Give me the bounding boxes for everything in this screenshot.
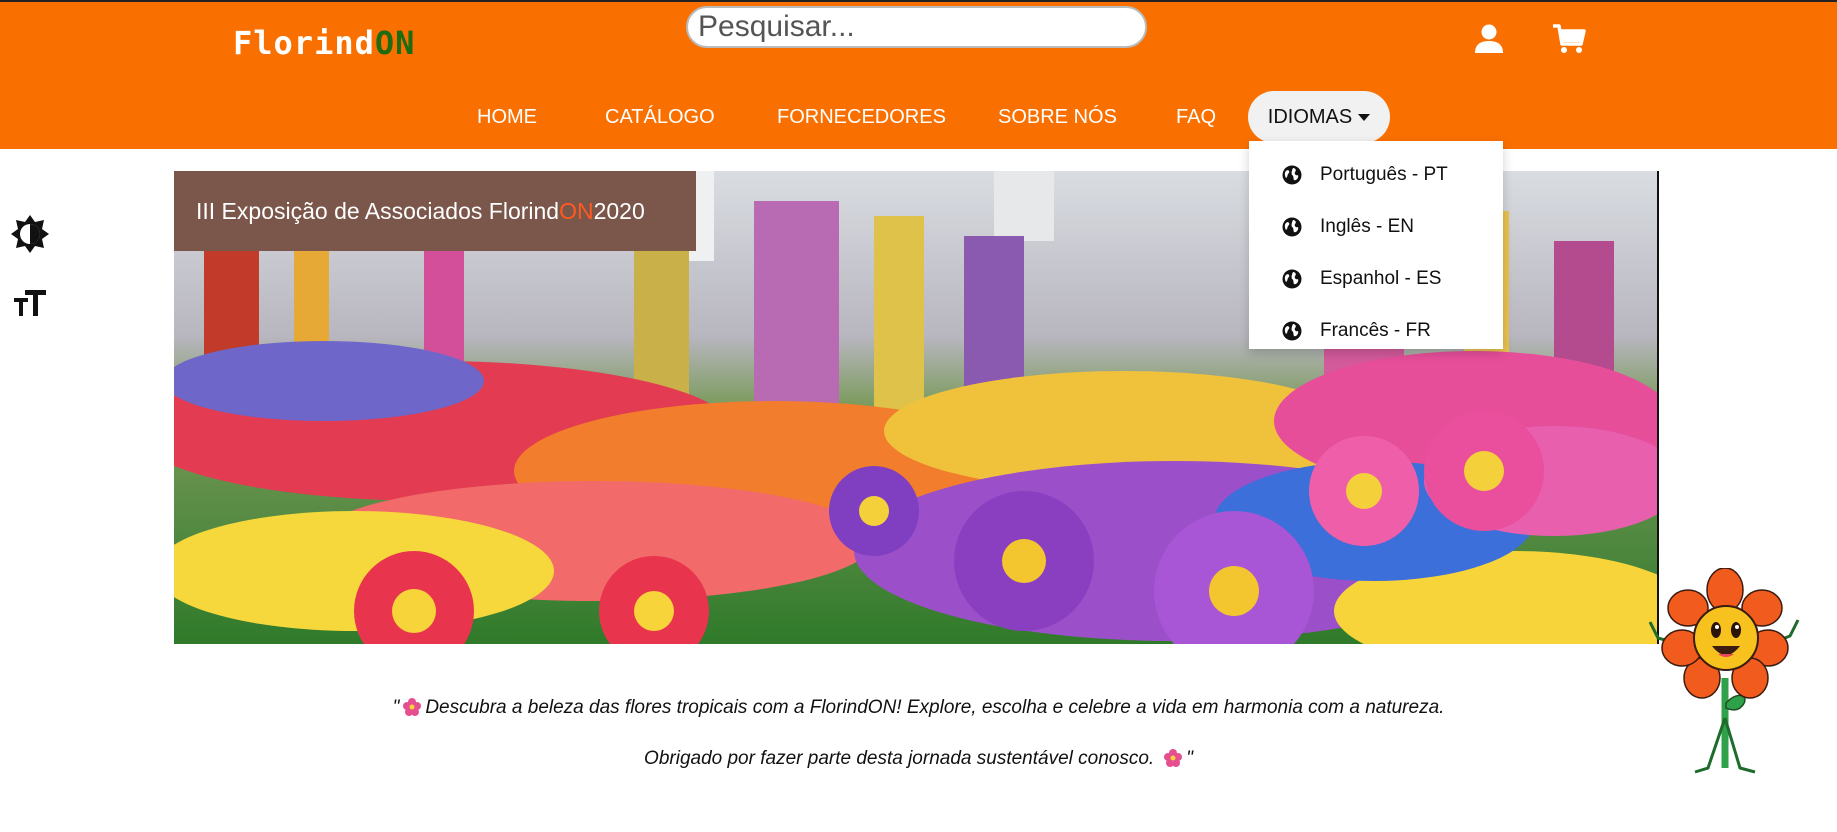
language-menu-button[interactable]: IDIOMAS bbox=[1248, 91, 1390, 143]
nav-fornecedores[interactable]: FORNECEDORES bbox=[777, 106, 946, 130]
flower-mascot[interactable] bbox=[1640, 568, 1815, 790]
globe-icon bbox=[1282, 165, 1302, 185]
search-input[interactable] bbox=[686, 6, 1147, 48]
language-option-label: Francês - FR bbox=[1320, 320, 1431, 341]
language-menu-label: IDIOMAS bbox=[1267, 105, 1353, 128]
quote-text-2: Obrigado por fazer parte desta jornada s… bbox=[644, 748, 1155, 769]
language-option-pt[interactable]: Português - PT bbox=[1249, 149, 1503, 201]
contrast-icon[interactable] bbox=[10, 214, 50, 254]
language-option-label: Português - PT bbox=[1320, 164, 1448, 185]
quote-line-1: " Descubra a beleza das flores tropicais … bbox=[0, 697, 1837, 719]
hibiscus-icon bbox=[1164, 749, 1183, 767]
caption-accent: ON bbox=[559, 197, 594, 224]
globe-icon bbox=[1282, 321, 1302, 341]
logo-text: Florind bbox=[233, 24, 375, 62]
nav-home[interactable]: HOME bbox=[477, 106, 537, 130]
hibiscus-icon bbox=[403, 698, 422, 716]
language-option-fr[interactable]: Francês - FR bbox=[1249, 305, 1503, 357]
language-option-en[interactable]: Inglês - EN bbox=[1249, 201, 1503, 253]
banner-caption: III Exposição de Associados Florind ON 20… bbox=[174, 171, 696, 251]
nav-sobre-nos[interactable]: SOBRE NÓS bbox=[998, 106, 1117, 130]
globe-icon bbox=[1282, 217, 1302, 237]
header: FlorindON HOME CATÁLOGO FORNECEDORES SOB… bbox=[0, 0, 1837, 149]
globe-icon bbox=[1282, 269, 1302, 289]
language-dropdown: Português - PT Inglês - EN Espanhol - ES… bbox=[1249, 141, 1503, 349]
logo-accent: ON bbox=[374, 24, 416, 62]
language-option-es[interactable]: Espanhol - ES bbox=[1249, 253, 1503, 305]
cart-icon[interactable] bbox=[1552, 22, 1586, 56]
nav-faq[interactable]: FAQ bbox=[1176, 106, 1216, 130]
user-icon[interactable] bbox=[1472, 22, 1506, 56]
text-size-icon[interactable] bbox=[10, 284, 50, 324]
caption-year: 2020 bbox=[593, 197, 645, 224]
nav-catalogo[interactable]: CATÁLOGO bbox=[605, 106, 715, 130]
language-option-label: Espanhol - ES bbox=[1320, 268, 1442, 289]
quote-line-2: Obrigado por fazer parte desta jornada s… bbox=[0, 748, 1837, 770]
quote-close-mark: " bbox=[1186, 748, 1193, 769]
quote-text-1: Descubra a beleza das flores tropicais c… bbox=[425, 697, 1445, 718]
caret-down-icon bbox=[1358, 113, 1371, 121]
caption-text: III Exposição de Associados Florind bbox=[196, 197, 560, 224]
language-option-label: Inglês - EN bbox=[1320, 216, 1414, 237]
quote-open-mark: " bbox=[392, 697, 400, 718]
site-logo[interactable]: FlorindON bbox=[233, 24, 415, 62]
